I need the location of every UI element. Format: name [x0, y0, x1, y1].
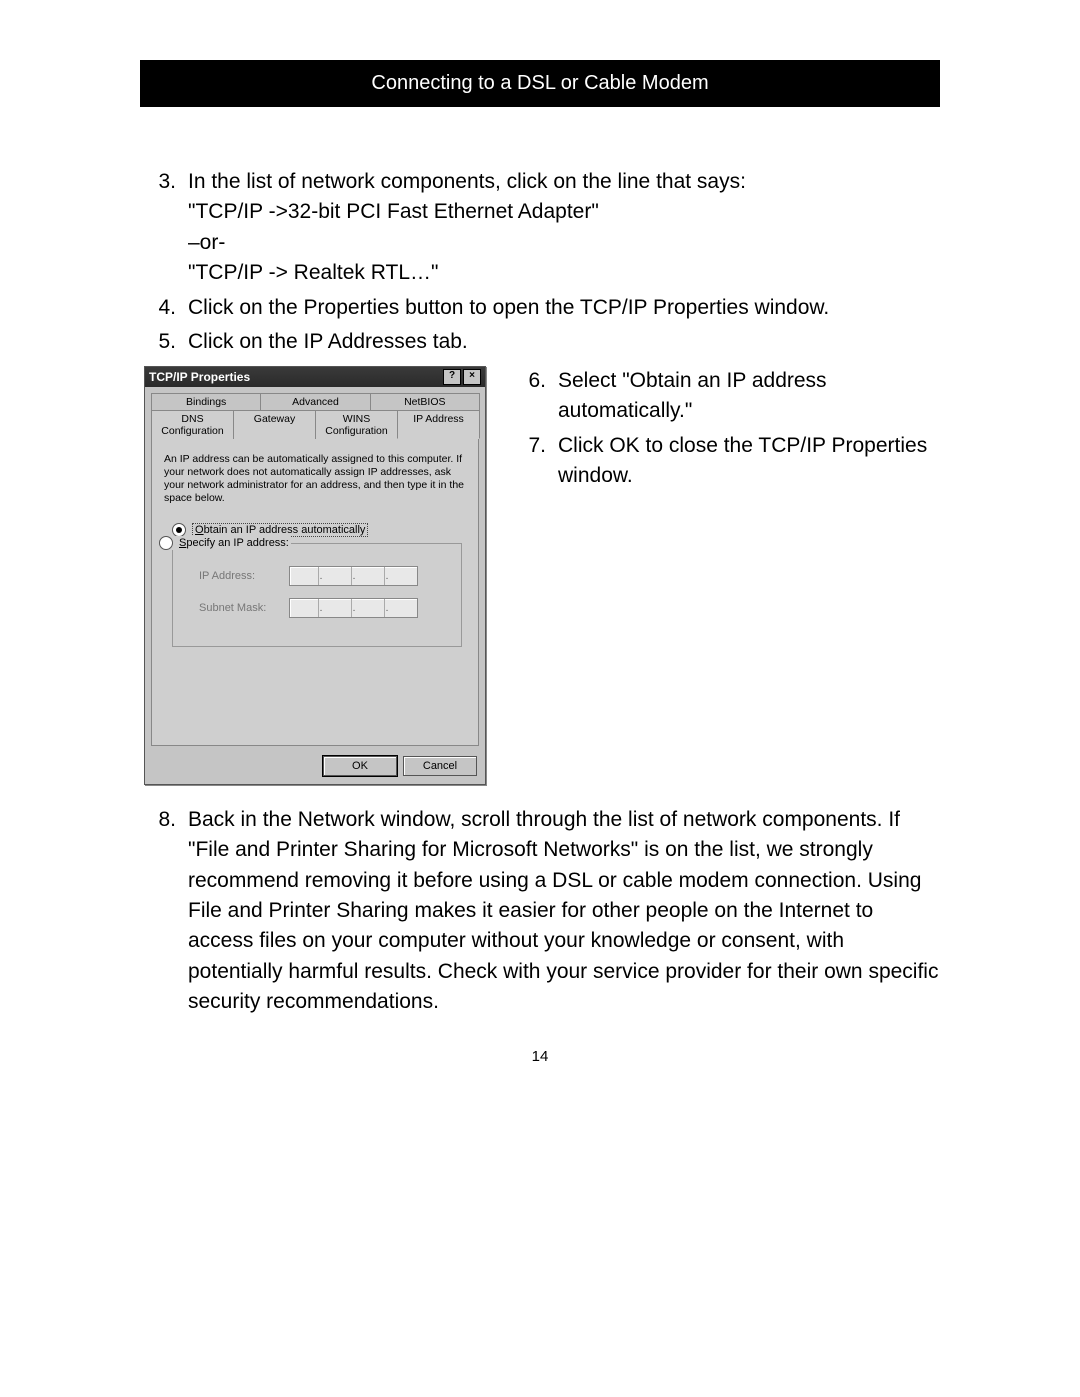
page-number: 14: [140, 1048, 940, 1065]
tab-netbios[interactable]: NetBIOS: [370, 393, 480, 410]
tab-row-front: DNS Configuration Gateway WINS Configura…: [151, 410, 479, 439]
section-header-text: Connecting to a DSL or Cable Modem: [371, 72, 708, 94]
tab-row-back: Bindings Advanced NetBIOS: [151, 393, 479, 410]
step-number: 5.: [140, 327, 188, 357]
specify-ip-group: Specify an IP address: IP Address: . . .: [172, 543, 462, 647]
radio-icon: [172, 523, 186, 537]
dialog-titlebar: TCP/IP Properties ? ×: [145, 367, 485, 387]
step-number: 6.: [510, 366, 558, 427]
section-header: Connecting to a DSL or Cable Modem: [140, 60, 940, 107]
tab-dns-configuration[interactable]: DNS Configuration: [151, 410, 234, 439]
step-7: 7. Click OK to close the TCP/IP Properti…: [510, 431, 940, 492]
step-text: Select "Obtain an IP address automatical…: [558, 366, 940, 427]
help-button[interactable]: ?: [443, 369, 461, 385]
panel-description: An IP address can be automatically assig…: [164, 453, 466, 506]
subnet-mask-row: Subnet Mask: . . .: [199, 598, 451, 618]
figure-and-steps-row: TCP/IP Properties ? × Bindings Advanced …: [140, 366, 940, 785]
subnet-mask-label: Subnet Mask:: [199, 602, 289, 614]
cancel-button[interactable]: Cancel: [403, 756, 477, 776]
tab-bindings[interactable]: Bindings: [151, 393, 261, 410]
step-text: In the list of network components, click…: [188, 167, 940, 289]
radio-obtain-auto[interactable]: Obtain an IP address automatically: [172, 523, 466, 537]
instruction-list-bottom: 8. Back in the Network window, scroll th…: [140, 805, 940, 1018]
tcpip-properties-dialog: TCP/IP Properties ? × Bindings Advanced …: [144, 366, 486, 785]
instruction-list: 3. In the list of network components, cl…: [140, 167, 940, 358]
tab-ip-address[interactable]: IP Address: [397, 410, 480, 439]
radio-icon: [159, 536, 173, 550]
dialog-button-row: OK Cancel: [145, 748, 485, 784]
ip-address-input[interactable]: . . .: [289, 566, 418, 586]
step-6: 6. Select "Obtain an IP address automati…: [510, 366, 940, 427]
ok-button[interactable]: OK: [323, 756, 397, 776]
tab-strip: Bindings Advanced NetBIOS DNS Configurat…: [145, 387, 485, 748]
subnet-mask-input[interactable]: . . .: [289, 598, 418, 618]
step-text: Click on the IP Addresses tab.: [188, 327, 940, 357]
right-instruction-column: 6. Select "Obtain an IP address automati…: [510, 366, 940, 785]
tab-advanced[interactable]: Advanced: [260, 393, 370, 410]
step-text: Back in the Network window, scroll throu…: [188, 805, 940, 1018]
step-text: Click on the Properties button to open t…: [188, 293, 940, 323]
document-page: Connecting to a DSL or Cable Modem 3. In…: [0, 0, 1080, 1125]
tab-gateway[interactable]: Gateway: [233, 410, 316, 439]
tab-wins-configuration[interactable]: WINS Configuration: [315, 410, 398, 439]
step-number: 7.: [510, 431, 558, 492]
step-8: 8. Back in the Network window, scroll th…: [140, 805, 940, 1018]
ip-address-label: IP Address:: [199, 570, 289, 582]
radio-specify-ip[interactable]: Specify an IP address:: [157, 536, 291, 550]
step-3: 3. In the list of network components, cl…: [140, 167, 940, 289]
dialog-figure: TCP/IP Properties ? × Bindings Advanced …: [144, 366, 486, 785]
step-4: 4. Click on the Properties button to ope…: [140, 293, 940, 323]
tab-panel-ip-address: An IP address can be automatically assig…: [151, 438, 479, 746]
step-number: 3.: [140, 167, 188, 289]
ip-address-row: IP Address: . . .: [199, 566, 451, 586]
instruction-list-right: 6. Select "Obtain an IP address automati…: [510, 366, 940, 492]
close-button[interactable]: ×: [463, 369, 481, 385]
dialog-title: TCP/IP Properties: [149, 370, 441, 384]
radio-specify-label: Specify an IP address:: [179, 537, 289, 549]
step-text: Click OK to close the TCP/IP Properties …: [558, 431, 940, 492]
radio-obtain-label: Obtain an IP address automatically: [192, 523, 368, 537]
step-number: 8.: [140, 805, 188, 1018]
step-5: 5. Click on the IP Addresses tab.: [140, 327, 940, 357]
step-number: 4.: [140, 293, 188, 323]
